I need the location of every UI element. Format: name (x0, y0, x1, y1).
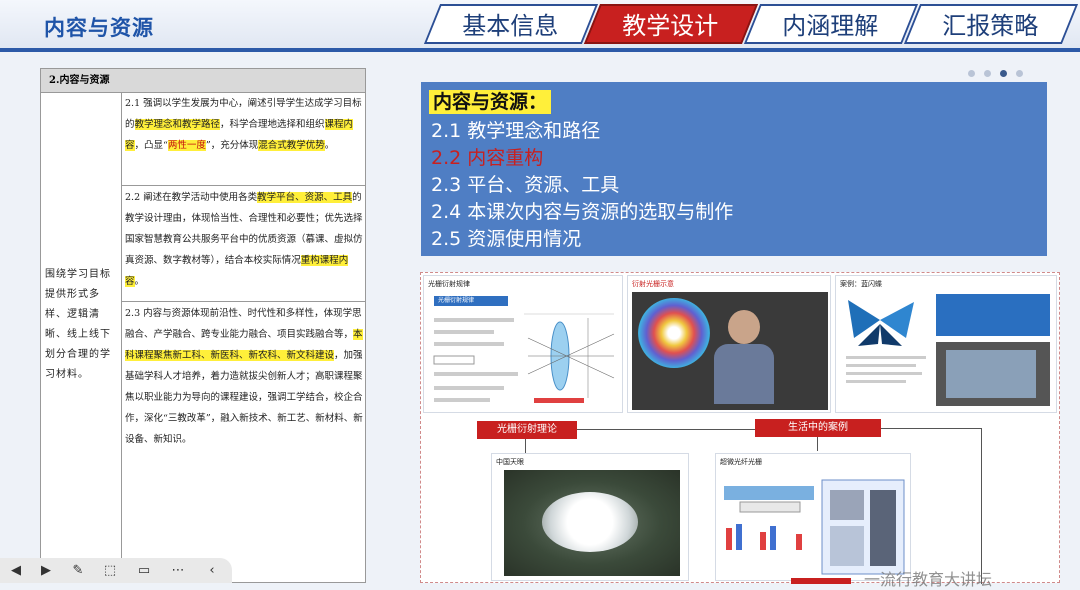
label-theory: 光栅衍射理论 (477, 421, 577, 439)
fiber-card: 超微光纤光栅 (715, 453, 911, 581)
screen-icon[interactable]: ▭ (136, 563, 152, 579)
card-title: 案例：蓝闪蝶 (840, 280, 882, 288)
page-dot-current[interactable] (1000, 70, 1007, 77)
tab-basic-info[interactable]: 基本信息 (423, 4, 599, 44)
dish-shape (542, 492, 638, 552)
video-card: 衍射光栅示意 (627, 275, 831, 413)
label-cases: 生活中的案例 (755, 419, 881, 437)
criterion-2-2: 2.2 阐述在教学活动中使用各类教学平台、资源、工具的教学设计理由，体现恰当性、… (125, 192, 363, 287)
card-title: 光栅衍射规律 (428, 280, 470, 288)
pen-icon[interactable]: ✎ (70, 563, 86, 579)
content-collage: 光栅衍射规律 光栅衍射规律 衍射光栅示意 案例：蓝闪蝶 光栅衍射理论 生活中的案… (420, 272, 1060, 584)
outline-title: 内容与资源： (429, 90, 552, 114)
lens-diagram (433, 313, 615, 403)
criteria-summary: 围绕学习目标提供形式多样、逻辑清晰、线上线下划分合理的学习材料。 (45, 269, 111, 380)
prev-icon[interactable]: ◀ (8, 563, 24, 579)
card-subtitle: 光栅衍射规律 (434, 296, 508, 306)
butterfly-images (846, 294, 1050, 406)
outline-item[interactable]: 2.1 教学理念和路径 (431, 118, 600, 144)
slide-title: 内容与资源 (44, 16, 154, 40)
connector-line (577, 429, 755, 430)
telescope-photo (504, 470, 680, 576)
diffraction-image (638, 298, 710, 368)
criterion-2-1: 2.1 强调以学生发展为中心，阐述引导学生达成学习目标的教学理念和教学路径，科学… (125, 98, 362, 151)
butterfly-card: 案例：蓝闪蝶 (835, 275, 1057, 413)
page-dot[interactable] (984, 70, 991, 77)
optics-card: 光栅衍射规律 光栅衍射规律 (423, 275, 623, 413)
outline-item[interactable]: 2.4 本课次内容与资源的选取与制作 (431, 199, 733, 225)
play-icon[interactable]: ▶ (38, 563, 54, 579)
table-header: 2.内容与资源 (41, 69, 365, 93)
select-icon[interactable]: ⬚ (102, 563, 118, 579)
outline-panel: 内容与资源： 2.1 教学理念和路径 2.2 内容重构 2.3 平台、资源、工具… (421, 82, 1047, 256)
page-dot[interactable] (1016, 70, 1023, 77)
lecturer-head (728, 310, 760, 344)
telescope-card: 中国天眼 (491, 453, 689, 581)
tab-teaching-design[interactable]: 教学设计 (583, 4, 759, 44)
page-dot[interactable] (968, 70, 975, 77)
outline-item-current[interactable]: 2.2 内容重构 (431, 145, 543, 171)
header-underline (0, 48, 1080, 52)
watermark: 一流行教育大讲坛 (864, 570, 993, 589)
bottom-marker (791, 578, 851, 584)
card-title: 中国天眼 (496, 458, 524, 466)
column-divider (121, 93, 122, 583)
video-frame (632, 292, 828, 410)
player-toolbar: ◀ ▶ ✎ ⬚ ▭ ⋯ ‹ (0, 558, 232, 583)
tab-report-strategy[interactable]: 汇报策略 (903, 4, 1079, 44)
row-divider (122, 185, 366, 186)
outline-item[interactable]: 2.5 资源使用情况 (431, 226, 581, 252)
more-icon[interactable]: ⋯ (170, 563, 186, 579)
tab-connotation[interactable]: 内涵理解 (743, 4, 919, 44)
lecturer-body (714, 344, 774, 404)
row-divider (122, 301, 366, 302)
connector-line (525, 439, 526, 453)
connector-line (881, 428, 981, 429)
connector-line (981, 428, 982, 584)
criteria-table: 2.内容与资源 围绕学习目标提供形式多样、逻辑清晰、线上线下划分合理的学习材料。… (40, 68, 366, 583)
card-title: 超微光纤光栅 (720, 458, 762, 466)
slide-header: 内容与资源 基本信息 教学设计 内涵理解 汇报策略 (0, 0, 1080, 52)
connector-line (817, 437, 818, 451)
card-title: 衍射光栅示意 (632, 280, 674, 288)
fiber-diagrams (724, 479, 905, 575)
back-icon[interactable]: ‹ (204, 563, 220, 579)
criterion-2-3: 2.3 内容与资源体现前沿性、时代性和多样性，体现学思融合、产学融合、跨专业能力… (125, 308, 363, 445)
outline-item[interactable]: 2.3 平台、资源、工具 (431, 172, 619, 198)
